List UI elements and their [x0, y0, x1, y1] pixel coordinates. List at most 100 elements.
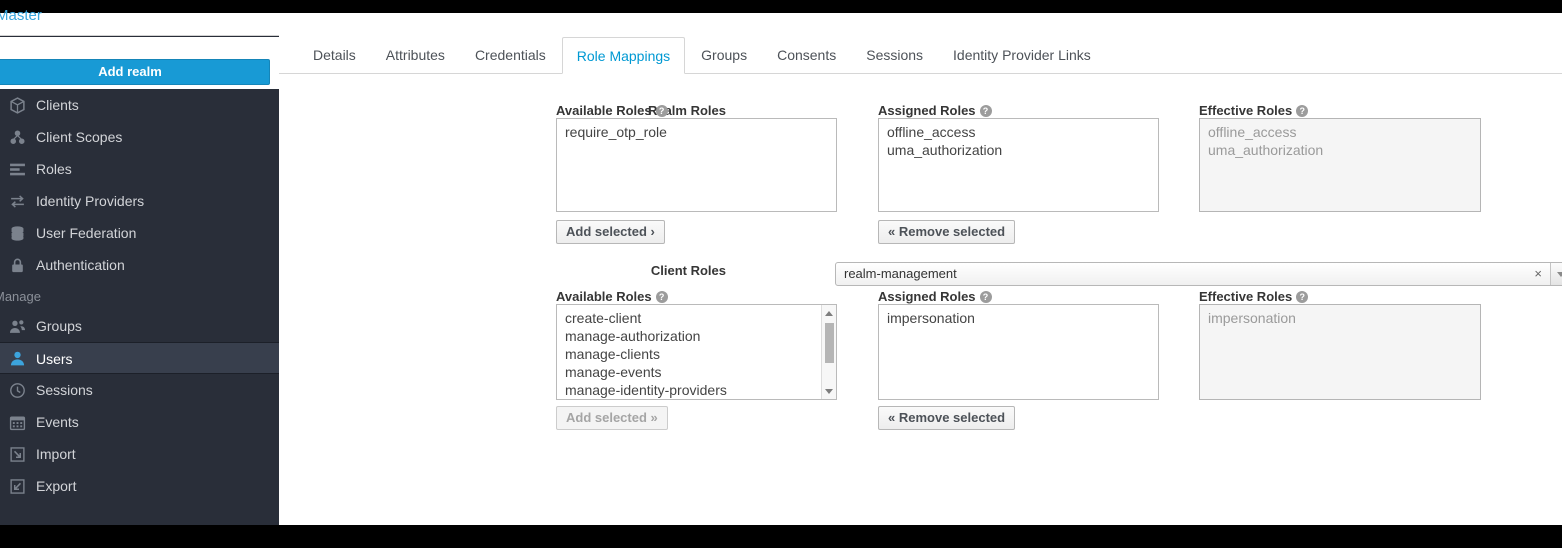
add-realm-strip: Add realm	[0, 37, 279, 89]
export-arrow-icon	[8, 477, 26, 495]
sidebar-item-label: Identity Providers	[36, 193, 145, 209]
sidebar-item-label: Export	[36, 478, 77, 494]
database-icon	[8, 224, 26, 242]
tab-sessions[interactable]: Sessions	[852, 37, 937, 74]
sidebar-item-label: Events	[36, 414, 79, 430]
scrollbar-thumb[interactable]	[825, 323, 834, 363]
tab-identity-provider-links[interactable]: Identity Provider Links	[939, 37, 1105, 74]
close-icon[interactable]: ×	[1534, 263, 1542, 285]
scroll-down-arrow-icon[interactable]	[822, 384, 836, 398]
list-item[interactable]: uma_authorization	[879, 141, 1158, 159]
client-available-roles-heading-text: Available Roles	[556, 289, 652, 304]
tab-credentials[interactable]: Credentials	[461, 37, 560, 74]
sidebar-item-label: Sessions	[36, 382, 93, 398]
help-icon[interactable]: ?	[655, 291, 668, 303]
help-icon[interactable]: ?	[1296, 105, 1309, 117]
realm-assigned-roles-heading-text: Assigned Roles	[878, 103, 976, 118]
main-content: Details Attributes Credentials Role Mapping…	[279, 13, 1562, 525]
list-item[interactable]: manage-identity-providers	[557, 381, 836, 399]
realm-effective-roles-listbox: offline_access uma_authorization	[1199, 118, 1481, 212]
add-realm-button[interactable]: Add realm	[0, 59, 270, 85]
client-assigned-roles-heading-text: Assigned Roles	[878, 289, 976, 304]
realm-add-selected-button[interactable]: Add selected ›	[556, 220, 665, 244]
list-item: offline_access	[1208, 124, 1297, 140]
list-item: impersonation	[1208, 310, 1296, 326]
page-body: Master Add realm Clients Client Scopes Rol…	[0, 7, 1562, 525]
realm-effective-roles-heading: Effective Roles?	[1199, 103, 1309, 118]
list-item[interactable]: manage-clients	[557, 345, 836, 363]
client-select-dropdown[interactable]: realm-management ×	[835, 262, 1562, 286]
help-icon[interactable]: ?	[979, 291, 992, 303]
help-icon[interactable]: ?	[655, 105, 668, 117]
user-icon	[8, 349, 26, 367]
sidebar-item-label: Authentication	[36, 257, 125, 273]
client-effective-roles-heading: Effective Roles?	[1199, 289, 1309, 304]
realm-available-roles-heading: Available Roles?	[556, 103, 668, 118]
nav-section-configure: Clients Client Scopes Roles Identity Provid…	[0, 89, 279, 281]
client-effective-roles-heading-text: Effective Roles	[1199, 289, 1293, 304]
list-item[interactable]: manage-events	[557, 363, 836, 381]
import-arrow-icon	[8, 445, 26, 463]
lock-icon	[8, 256, 26, 274]
realm-available-roles-heading-text: Available Roles	[556, 103, 652, 118]
sidebar-item-users[interactable]: Users	[0, 342, 279, 374]
tab-groups[interactable]: Groups	[687, 37, 761, 74]
realm-name-label[interactable]: Master	[0, 7, 42, 24]
list-item[interactable]: offline_access	[879, 123, 1158, 141]
sidebar-item-label: Import	[36, 446, 76, 462]
sidebar-item-client-scopes[interactable]: Client Scopes	[0, 121, 279, 153]
sidebar-item-user-federation[interactable]: User Federation	[0, 217, 279, 249]
realm-effective-roles-heading-text: Effective Roles	[1199, 103, 1293, 118]
users-group-icon	[8, 317, 26, 335]
client-assigned-roles-listbox[interactable]: impersonation	[878, 304, 1159, 400]
tab-details[interactable]: Details	[299, 37, 370, 74]
sidebar-item-events[interactable]: Events	[0, 406, 279, 438]
realm-assigned-roles-heading: Assigned Roles?	[878, 103, 992, 118]
tab-role-mappings[interactable]: Role Mappings	[561, 37, 686, 74]
sidebar-item-identity-providers[interactable]: Identity Providers	[0, 185, 279, 217]
realm-available-roles-listbox[interactable]: require_otp_role	[556, 118, 837, 212]
client-roles-label: Client Roles	[650, 263, 726, 278]
tab-consents[interactable]: Consents	[763, 37, 850, 74]
client-effective-roles-listbox: impersonation	[1199, 304, 1481, 400]
top-chrome-bar	[0, 0, 1562, 13]
clock-icon	[8, 381, 26, 399]
client-available-roles-listbox[interactable]: create-client manage-authorization manage-…	[556, 304, 837, 400]
list-item: uma_authorization	[1208, 142, 1324, 158]
nav-manage-items: Groups Users Sessions Events Import Export	[0, 310, 279, 502]
calendar-icon	[8, 413, 26, 431]
sidebar-item-export[interactable]: Export	[0, 470, 279, 502]
client-remove-selected-button[interactable]: « Remove selected	[878, 406, 1016, 430]
client-available-roles-heading: Available Roles?	[556, 289, 668, 304]
help-icon[interactable]: ?	[1296, 291, 1309, 303]
sidebar-item-label: User Federation	[36, 225, 137, 241]
sidebar-item-label: Groups	[36, 318, 82, 334]
sidebar-item-sessions[interactable]: Sessions	[0, 374, 279, 406]
cube-icon	[8, 96, 26, 114]
chevron-down-icon[interactable]	[1550, 263, 1562, 285]
client-assigned-roles-heading: Assigned Roles?	[878, 289, 992, 304]
sidebar-item-roles[interactable]: Roles	[0, 153, 279, 185]
exchange-arrows-icon	[8, 192, 26, 210]
realm-assigned-roles-listbox[interactable]: offline_access uma_authorization	[878, 118, 1159, 212]
list-item[interactable]: manage-authorization	[557, 327, 836, 345]
sidebar-item-label: Users	[36, 351, 73, 367]
sidebar-item-import[interactable]: Import	[0, 438, 279, 470]
realm-remove-selected-button[interactable]: « Remove selected	[878, 220, 1016, 244]
sidebar-item-label: Client Scopes	[36, 129, 123, 145]
sidebar-item-label: Clients	[36, 97, 79, 113]
realm-selector-header[interactable]: Master	[0, 7, 279, 36]
list-item[interactable]: require_otp_role	[557, 123, 836, 141]
client-add-selected-button[interactable]: Add selected »	[556, 406, 668, 430]
sidebar-item-clients[interactable]: Clients	[0, 89, 279, 121]
help-icon[interactable]: ?	[979, 105, 992, 117]
sidebar: Master Add realm Clients Client Scopes Rol…	[0, 7, 279, 525]
list-item[interactable]: create-client	[557, 309, 836, 327]
tab-attributes[interactable]: Attributes	[372, 37, 459, 74]
app-root: Master Add realm Clients Client Scopes Rol…	[0, 0, 1562, 548]
sidebar-item-authentication[interactable]: Authentication	[0, 249, 279, 281]
scroll-up-arrow-icon[interactable]	[822, 306, 836, 320]
list-item[interactable]: impersonation	[879, 309, 1158, 327]
listbox-scrollbar[interactable]	[821, 305, 836, 399]
sidebar-item-groups[interactable]: Groups	[0, 310, 279, 342]
